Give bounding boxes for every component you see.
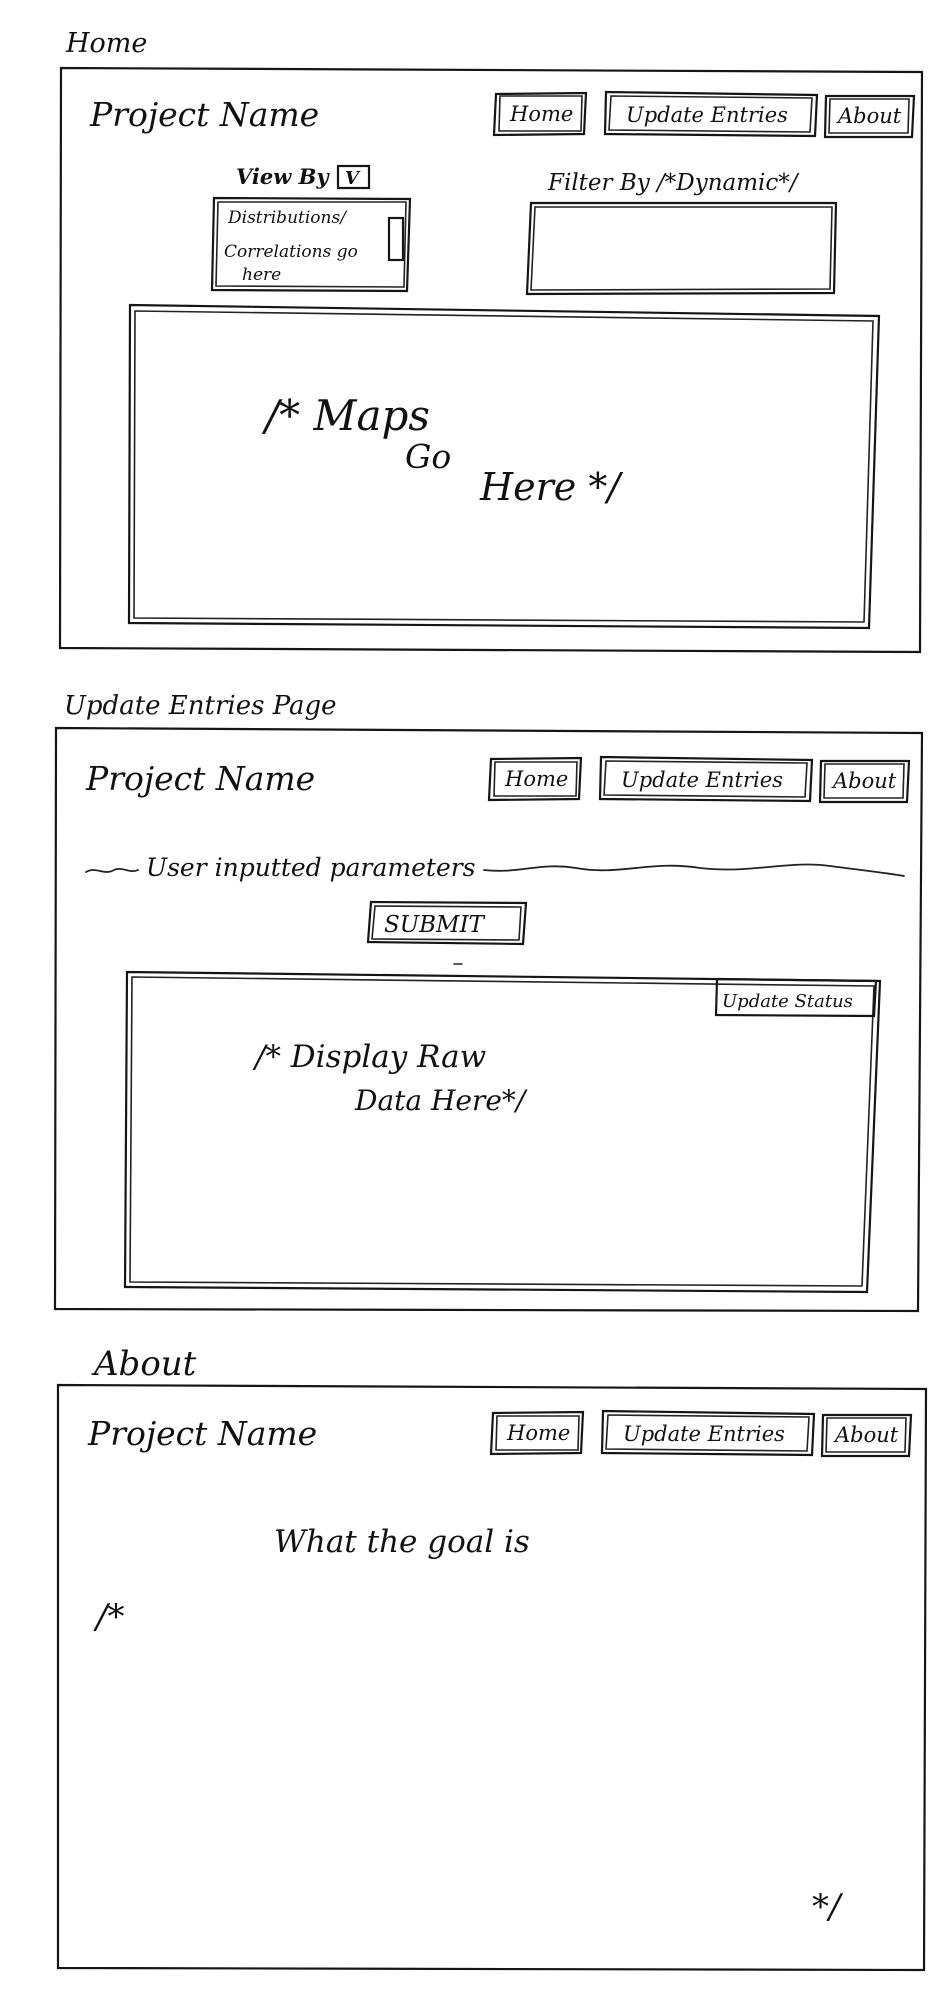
- update-entries-project-name: Project Name: [85, 759, 315, 798]
- user-inputs-row[interactable]: User inputted parameters: [85, 853, 905, 882]
- about-section: About Project Name Home Update Entries A…: [56, 1344, 928, 1972]
- update-status-label: Update Status: [722, 991, 853, 1012]
- view-list-box[interactable]: Distributions/ Correlations go here: [210, 196, 412, 293]
- map-area[interactable]: /* Maps Go Here */: [127, 303, 881, 630]
- home-project-name: Project Name: [89, 95, 319, 134]
- filter-by-label: Filter By /*Dynamic*/: [547, 170, 800, 196]
- raw-data-area[interactable]: /* Display Raw Data Here*/: [123, 970, 882, 1294]
- map-comment-line-1: /* Maps: [261, 391, 430, 440]
- about-comment-close: */: [812, 1887, 844, 1927]
- user-inputs-label: User inputted parameters: [146, 853, 476, 882]
- update-entries-page-frame: [53, 726, 924, 1313]
- about-nav-about-button[interactable]: About: [820, 1413, 913, 1458]
- view-list-item-2: Correlations go: [224, 242, 358, 262]
- home-nav-home-button[interactable]: Home: [492, 91, 588, 137]
- filter-by-box[interactable]: [525, 201, 838, 296]
- about-comment-open: /*: [93, 1597, 124, 1637]
- view-by-checkbox-mark: V: [345, 168, 361, 189]
- home-page-frame: [58, 66, 924, 654]
- home-section: Home Project Name Home Update Entries Ab…: [58, 28, 924, 654]
- about-nav-home-button[interactable]: Home: [489, 1410, 585, 1456]
- update-nav-home-label: Home: [504, 767, 568, 791]
- home-nav-update-entries-label: Update Entries: [626, 103, 788, 127]
- submit-button[interactable]: SUBMIT: [366, 900, 528, 946]
- view-list-item-1: Distributions/: [227, 208, 348, 228]
- about-nav-update-entries-button[interactable]: Update Entries: [600, 1409, 816, 1457]
- about-page-frame: [56, 1383, 928, 1972]
- update-entries-section: Update Entries Page Project Name Home Up…: [53, 691, 924, 1313]
- about-nav-about-label: About: [833, 1423, 899, 1447]
- home-nav-about-label: About: [836, 104, 902, 128]
- map-comment-line-3: Here */: [479, 465, 623, 509]
- about-nav-home-label: Home: [506, 1421, 570, 1445]
- about-project-name: Project Name: [87, 1414, 317, 1453]
- submit-button-label: SUBMIT: [384, 912, 486, 938]
- update-nav-about-button[interactable]: About: [818, 759, 911, 804]
- view-list-scrollbar[interactable]: [387, 216, 405, 262]
- home-nav-update-entries-button[interactable]: Update Entries: [603, 90, 819, 138]
- update-nav-update-entries-label: Update Entries: [621, 768, 783, 792]
- update-nav-about-label: About: [831, 769, 897, 793]
- home-nav-home-label: Home: [509, 102, 573, 126]
- view-by-label: View By: [236, 164, 330, 189]
- about-nav-update-entries-label: Update Entries: [623, 1422, 785, 1446]
- raw-data-comment-line-1: /* Display Raw: [252, 1039, 486, 1075]
- home-page-label: Home: [65, 28, 147, 59]
- home-nav-about-button[interactable]: About: [823, 94, 916, 139]
- map-comment-line-2: Go: [405, 437, 451, 476]
- view-by-checkbox[interactable]: V: [336, 164, 371, 190]
- update-nav-home-button[interactable]: Home: [487, 756, 583, 802]
- about-page-label: About: [91, 1344, 197, 1384]
- raw-data-comment-line-2: Data Here*/: [354, 1084, 528, 1117]
- wireframe-sketch: Home Project Name Home Update Entries Ab…: [53, 28, 928, 1972]
- about-goal-text: What the goal is: [274, 1524, 530, 1560]
- view-list-item-3: here: [242, 265, 281, 285]
- update-entries-page-label: Update Entries Page: [64, 691, 337, 721]
- update-nav-update-entries-button[interactable]: Update Entries: [598, 755, 814, 803]
